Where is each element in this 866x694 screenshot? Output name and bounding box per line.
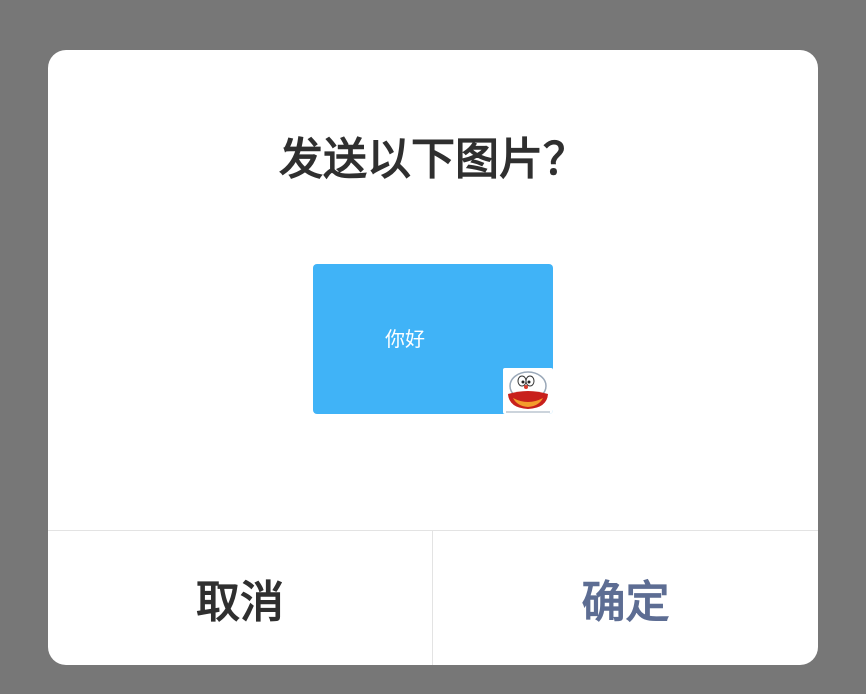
preview-text: 你好 [385, 327, 425, 351]
doraemon-sticker-icon [503, 368, 553, 414]
dialog-title: 发送以下图片？ [279, 134, 587, 185]
image-preview: 你好 [313, 264, 553, 414]
confirm-button[interactable]: 确定 [433, 531, 818, 665]
send-image-dialog: 发送以下图片？ 你好 取消 确定 [48, 50, 818, 665]
cancel-button[interactable]: 取消 [48, 531, 432, 665]
